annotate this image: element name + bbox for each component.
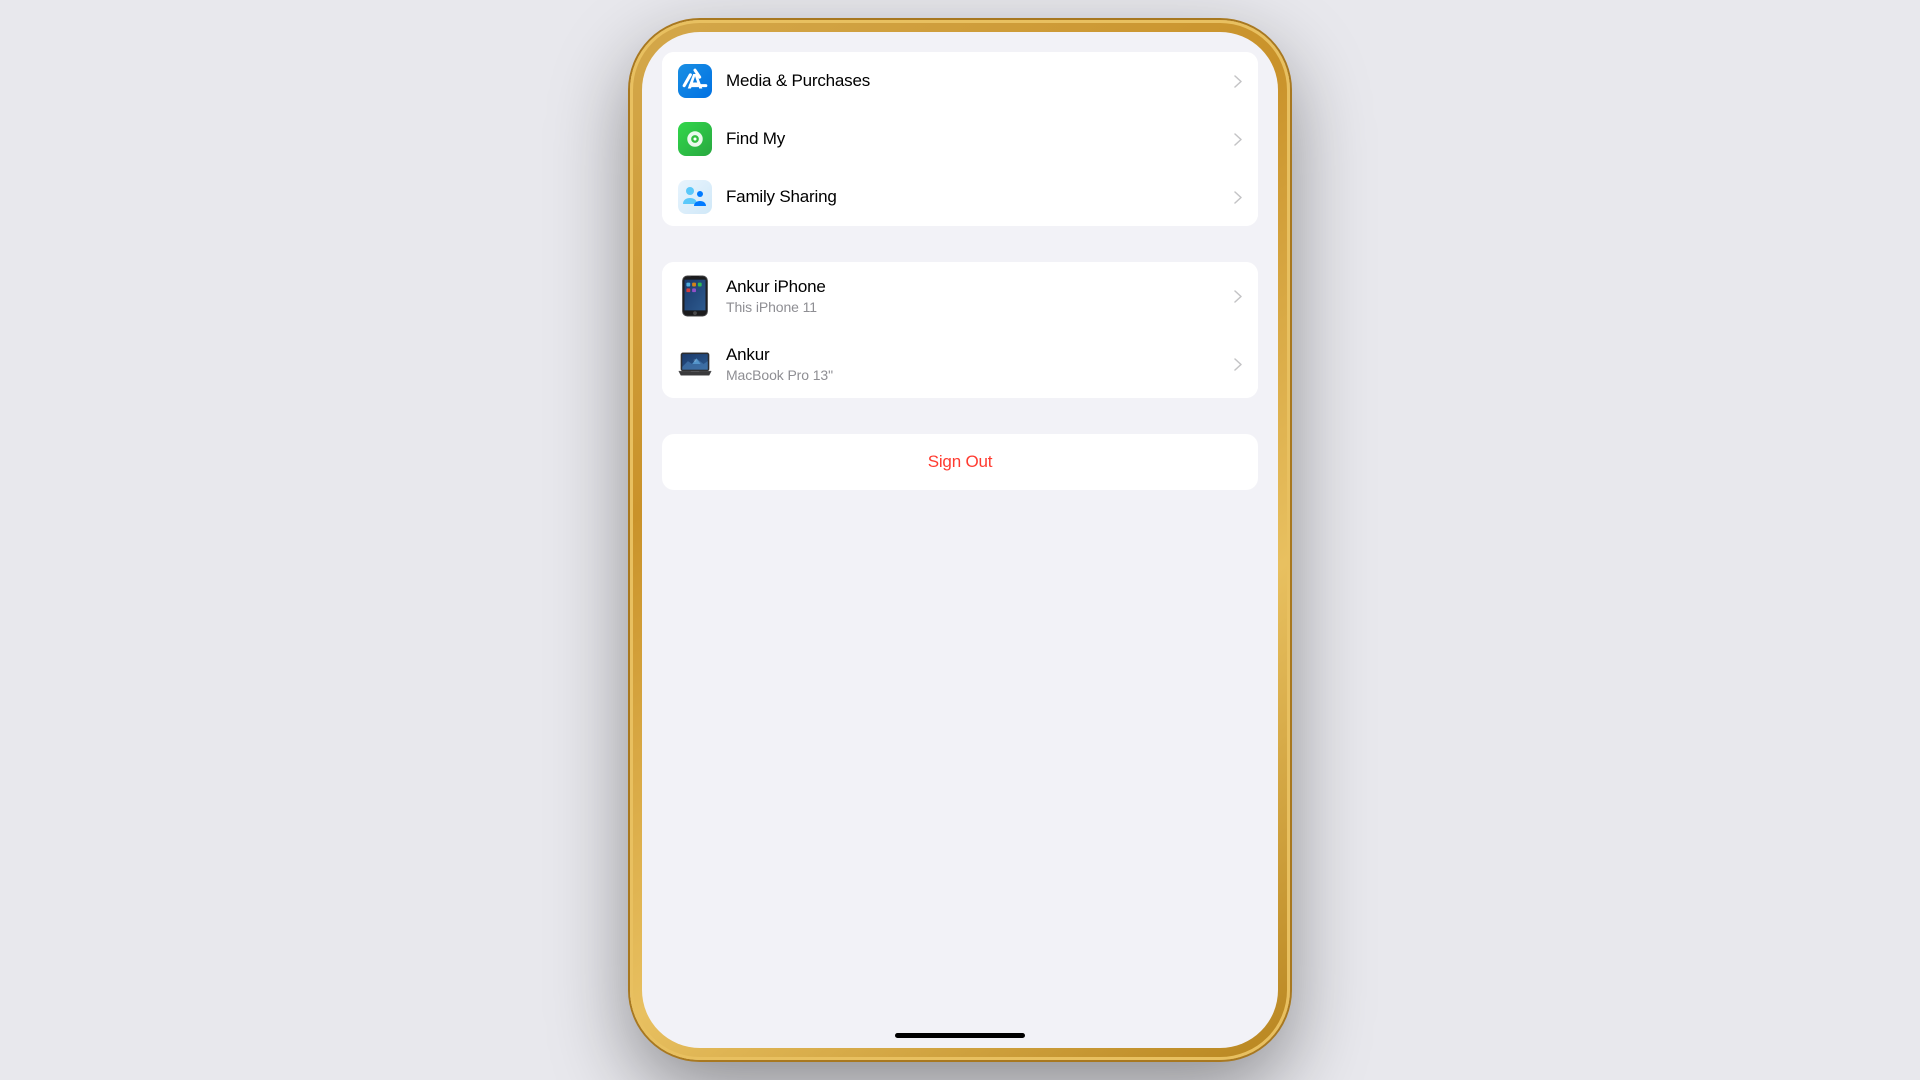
ankur-macbook-name: Ankur xyxy=(726,345,1234,365)
media-purchases-chevron xyxy=(1234,75,1242,88)
home-indicator xyxy=(895,1033,1025,1038)
spacer-1 xyxy=(662,226,1258,262)
family-sharing-chevron xyxy=(1234,191,1242,204)
media-purchases-icon-wrapper: A xyxy=(678,64,712,98)
ankur-iphone-info: Ankur iPhone This iPhone 11 xyxy=(726,277,1234,315)
screen-content: A Media & Purchases xyxy=(642,32,1278,1048)
ankur-iphone-name: Ankur iPhone xyxy=(726,277,1234,297)
iphone-device-icon xyxy=(678,274,712,318)
phone-screen: A Media & Purchases xyxy=(642,32,1278,1048)
family-sharing-item[interactable]: Family Sharing xyxy=(662,168,1258,226)
sign-out-section: Sign Out xyxy=(662,434,1258,490)
ankur-macbook-subtitle: MacBook Pro 13" xyxy=(726,367,1234,383)
find-my-icon-wrapper xyxy=(678,122,712,156)
settings-group-top: A Media & Purchases xyxy=(662,52,1258,226)
phone-frame: A Media & Purchases xyxy=(630,20,1290,1060)
find-my-icon xyxy=(678,122,712,156)
ankur-macbook-info: Ankur MacBook Pro 13" xyxy=(726,345,1234,383)
family-sharing-label: Family Sharing xyxy=(726,187,1234,207)
ankur-macbook-chevron xyxy=(1234,358,1242,371)
ankur-iphone-subtitle: This iPhone 11 xyxy=(726,299,1234,315)
devices-section: Ankur iPhone This iPhone 11 xyxy=(662,262,1258,398)
ankur-iphone-item[interactable]: Ankur iPhone This iPhone 11 xyxy=(662,262,1258,330)
macbook-device-icon xyxy=(678,342,712,386)
media-purchases-label: Media & Purchases xyxy=(726,71,1234,91)
family-sharing-icon-wrapper xyxy=(678,180,712,214)
media-purchases-item[interactable]: A Media & Purchases xyxy=(662,52,1258,110)
find-my-chevron xyxy=(1234,133,1242,146)
ankur-iphone-chevron xyxy=(1234,290,1242,303)
family-sharing-icon xyxy=(678,180,712,214)
phone-wrapper: A Media & Purchases xyxy=(630,20,1290,1060)
sign-out-button[interactable]: Sign Out xyxy=(662,434,1258,490)
sign-out-label: Sign Out xyxy=(928,452,993,472)
find-my-label: Find My xyxy=(726,129,1234,149)
find-my-item[interactable]: Find My xyxy=(662,110,1258,168)
app-store-icon: A xyxy=(678,64,712,98)
ankur-macbook-item[interactable]: Ankur MacBook Pro 13" xyxy=(662,330,1258,398)
